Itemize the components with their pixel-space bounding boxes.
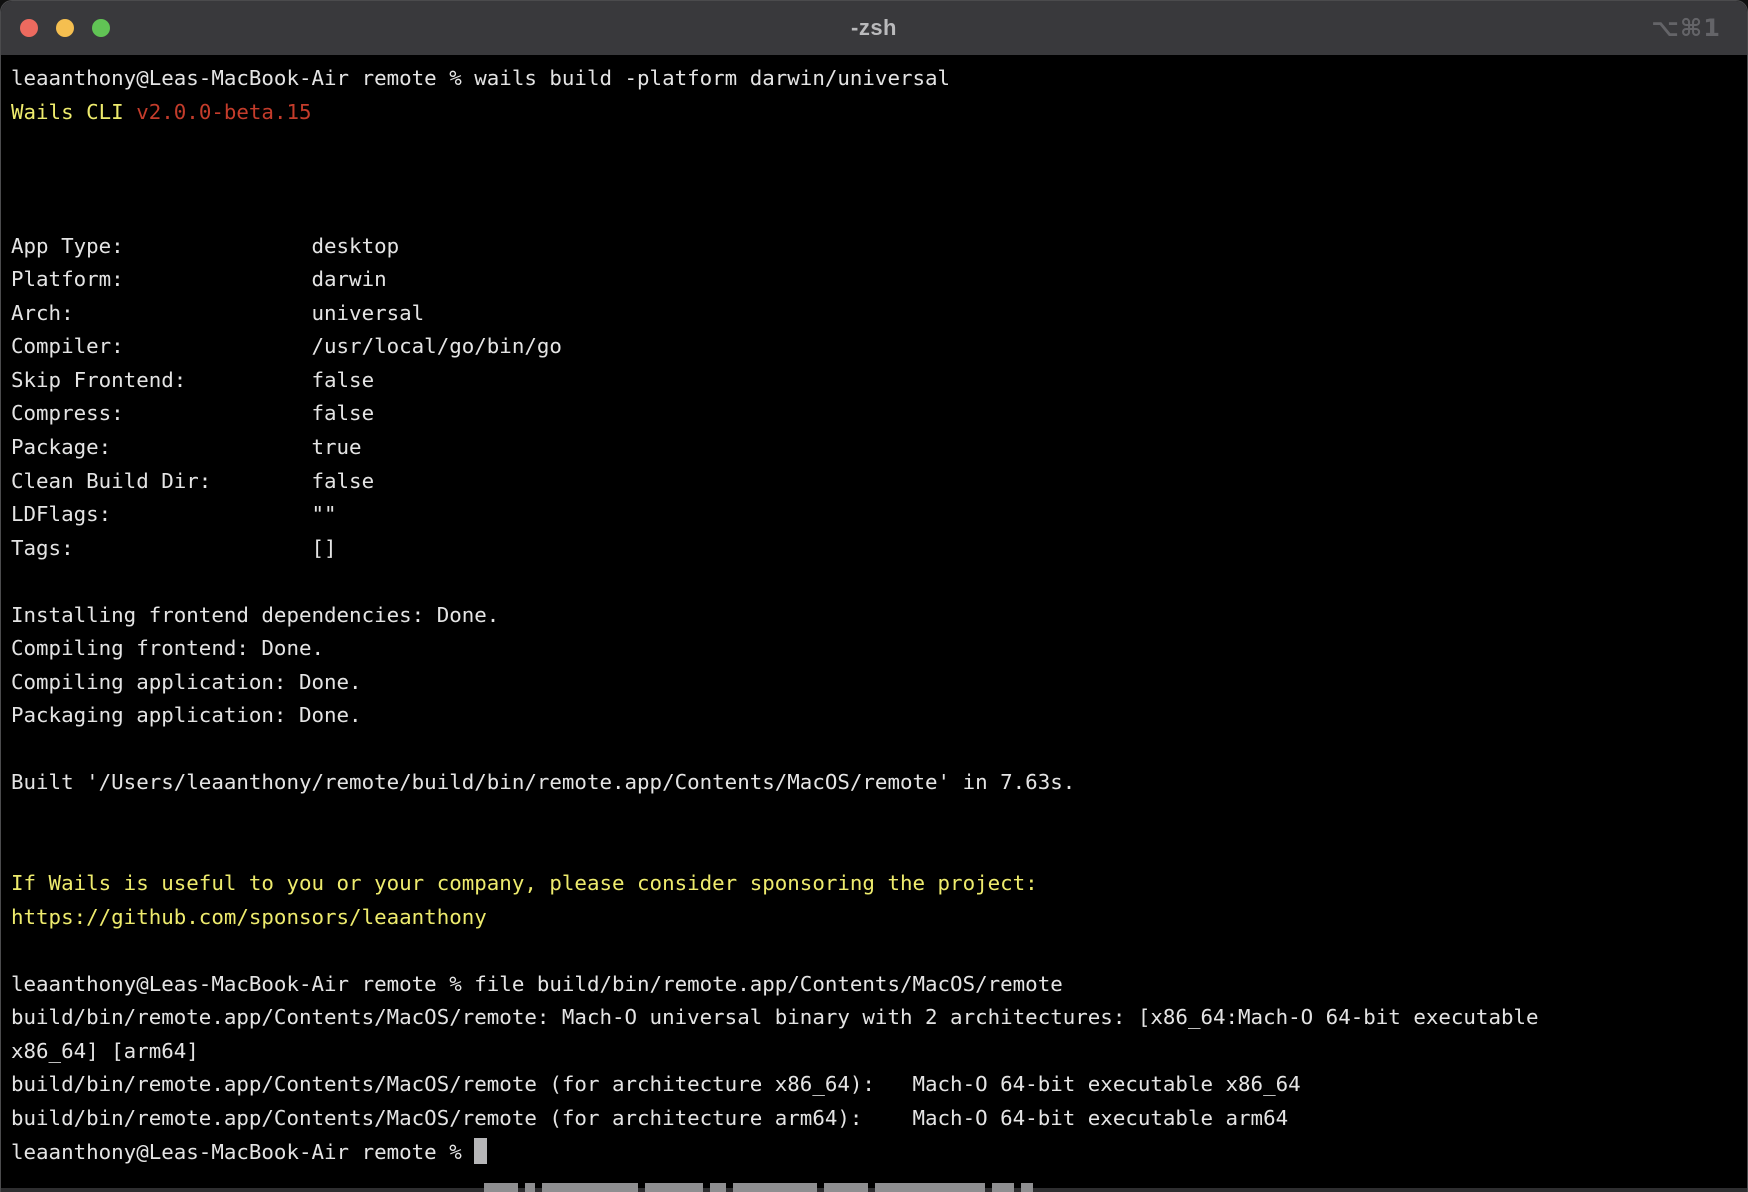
- terminal-line: build/bin/remote.app/Contents/MacOS/remo…: [11, 1001, 1747, 1035]
- terminal-line: Arch: universal: [11, 297, 1747, 331]
- terminal-line: [11, 129, 1747, 163]
- titlebar[interactable]: -zsh ⌥⌘1: [1, 1, 1747, 56]
- terminal-cursor: [474, 1138, 487, 1164]
- terminal-line: leaanthony@Leas-MacBook-Air remote % fil…: [11, 968, 1747, 1002]
- close-button[interactable]: [20, 19, 38, 37]
- terminal-line: Clean Build Dir: false: [11, 465, 1747, 499]
- terminal-line: [11, 163, 1747, 197]
- terminal-line: x86_64] [arm64]: [11, 1035, 1747, 1069]
- terminal-line: Compiler: /usr/local/go/bin/go: [11, 330, 1747, 364]
- terminal-line: Compiling frontend: Done.: [11, 632, 1747, 666]
- terminal-line: Skip Frontend: false: [11, 364, 1747, 398]
- terminal-line: LDFlags: "": [11, 498, 1747, 532]
- terminal-line: leaanthony@Leas-MacBook-Air remote % wai…: [11, 62, 1747, 96]
- terminal-line: Package: true: [11, 431, 1747, 465]
- terminal-line: [11, 196, 1747, 230]
- terminal-line: Packaging application: Done.: [11, 699, 1747, 733]
- terminal-line: Tags: []: [11, 532, 1747, 566]
- terminal-line: [11, 934, 1747, 968]
- traffic-lights: [20, 1, 110, 55]
- zoom-button[interactable]: [92, 19, 110, 37]
- tab-shortcut-badge: ⌥⌘1: [1651, 1, 1721, 55]
- terminal-line: App Type: desktop: [11, 230, 1747, 264]
- terminal-line: If Wails is useful to you or your compan…: [11, 867, 1747, 901]
- terminal-screen[interactable]: leaanthony@Leas-MacBook-Air remote % wai…: [1, 56, 1747, 1192]
- terminal-line: Platform: darwin: [11, 263, 1747, 297]
- terminal-line: Wails CLI v2.0.0-beta.15: [11, 96, 1747, 130]
- window-title: -zsh: [1, 15, 1747, 41]
- terminal-line: build/bin/remote.app/Contents/MacOS/remo…: [11, 1068, 1747, 1102]
- terminal-line: [11, 565, 1747, 599]
- terminal-line: leaanthony@Leas-MacBook-Air remote %: [11, 1136, 1747, 1170]
- terminal-line: https://github.com/sponsors/leaanthony: [11, 901, 1747, 935]
- terminal-line: [11, 834, 1747, 868]
- terminal-window: -zsh ⌥⌘1 leaanthony@Leas-MacBook-Air rem…: [0, 0, 1748, 1192]
- terminal-line: Compress: false: [11, 397, 1747, 431]
- terminal-line: Installing frontend dependencies: Done.: [11, 599, 1747, 633]
- terminal-line: Compiling application: Done.: [11, 666, 1747, 700]
- background-window-text-artifact: [484, 1183, 1033, 1192]
- terminal-line: Built '/Users/leaanthony/remote/build/bi…: [11, 766, 1747, 800]
- terminal-line: [11, 800, 1747, 834]
- minimize-button[interactable]: [56, 19, 74, 37]
- terminal-line: [11, 733, 1747, 767]
- terminal-line: build/bin/remote.app/Contents/MacOS/remo…: [11, 1102, 1747, 1136]
